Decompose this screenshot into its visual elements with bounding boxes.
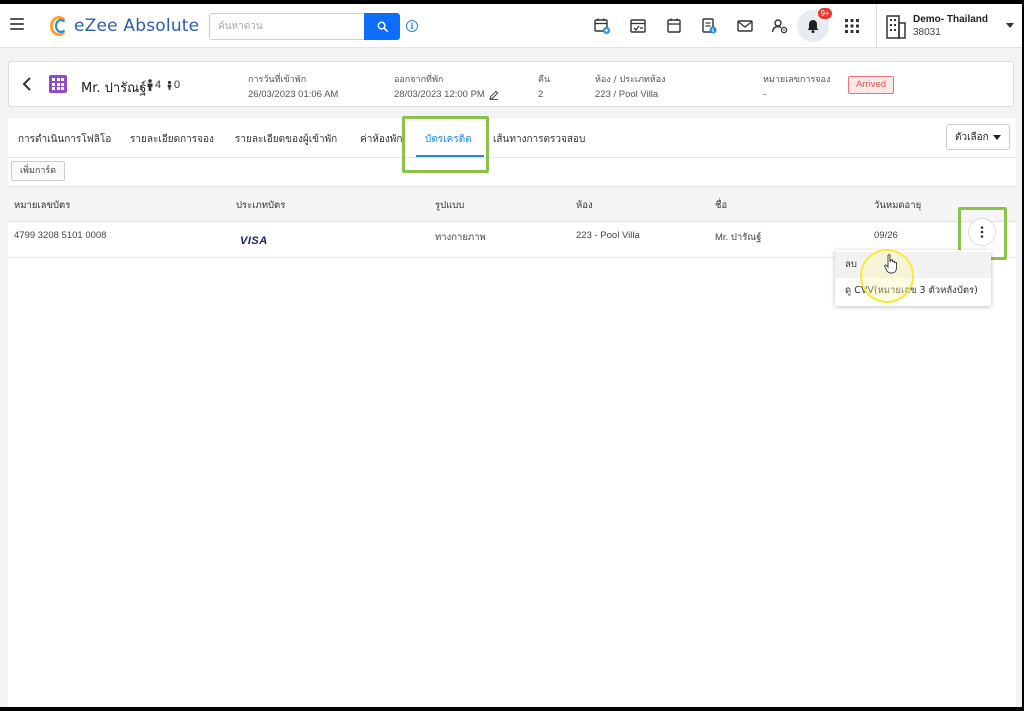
booking-label: หมายเลขการจอง	[763, 75, 831, 85]
folio-tabs: การดำเนินการโฟลิโอ รายละเอียดการจอง รายล…	[8, 118, 1016, 158]
info-icon[interactable]: i	[406, 20, 418, 32]
card-number: 4799 3208 5101 0008	[14, 230, 107, 241]
quick-search-input[interactable]	[209, 13, 365, 40]
options-label: ตัวเลือก	[955, 131, 989, 143]
notification-count-badge: 9+	[818, 8, 832, 19]
table-header: หมายเลขบัตร ประเภทบัตร รูปแบบ ห้อง ชื่อ …	[8, 186, 1016, 222]
property-selector[interactable]: Demo- Thailand 38031	[886, 12, 1016, 42]
header-card-number: หมายเลขบัตร	[14, 200, 71, 211]
card-holder-name: Mr. ปารัณฐ์	[715, 232, 762, 243]
child-count: 0	[166, 79, 180, 91]
building-icon	[886, 15, 906, 39]
visa-logo-icon: VISA	[240, 235, 268, 247]
toolbar-divider	[876, 4, 877, 48]
status-badge: Arrived	[848, 76, 894, 94]
checkin-value: 26/03/2023 01:06 AM	[248, 89, 339, 100]
tab-highlight-box	[402, 116, 489, 173]
menu-hamburger-icon[interactable]	[10, 18, 24, 30]
checkin-label: การวันที่เข้าพัก	[248, 75, 307, 85]
folio-panel: การดำเนินการโฟลิโอ รายละเอียดการจอง รายล…	[8, 116, 1016, 707]
card-expiry: 09/26	[874, 230, 898, 241]
checkout-info: ออกจากที่พัก 28/03/2023 12:00 PM	[394, 72, 499, 100]
apps-grid-icon[interactable]	[842, 16, 862, 36]
search-button[interactable]	[364, 13, 400, 40]
header-mode: รูปแบบ	[435, 200, 465, 211]
checkin-info: การวันที่เข้าพัก 26/03/2023 01:06 AM	[248, 72, 338, 100]
checklist-icon[interactable]	[628, 16, 648, 36]
child-count-value: 0	[174, 79, 181, 91]
room-info: ห้อง / ประเภทห้อง 223 / Pool Villa	[595, 72, 666, 100]
tab-room-charges[interactable]: ค่าห้องพัก	[360, 132, 402, 147]
add-card-button[interactable]: เพิ่มการ์ด	[11, 161, 65, 181]
edit-pencil-icon[interactable]	[489, 90, 499, 100]
logo-text: eZee Absolute	[74, 16, 200, 36]
header-expiry: วันหมดอายุ	[874, 200, 922, 211]
adult-count: 4	[146, 79, 161, 91]
card-mode: ทางกายภาพ	[435, 232, 486, 243]
header-room: ห้อง	[576, 200, 593, 211]
app-logo[interactable]: eZee Absolute	[50, 14, 199, 38]
bell-icon	[807, 20, 819, 34]
tab-audit-trail[interactable]: เส้นทางการตรวจสอบ	[493, 132, 585, 147]
guest-name: Mr. ปารัณฐ์	[81, 81, 147, 96]
property-name: Demo- Thailand	[913, 14, 989, 25]
booking-value: -	[763, 89, 767, 100]
tab-folio-operations[interactable]: การดำเนินการโฟลิโอ	[18, 132, 111, 147]
menu-item-delete[interactable]: ลบ	[835, 252, 991, 278]
chevron-down-icon	[1006, 23, 1014, 28]
search-icon	[377, 21, 388, 32]
row-actions-menu: ลบ ดู CVV(หมายเลข 3 ตัวหลังบัตร)	[835, 250, 991, 306]
ezee-logo-icon	[50, 15, 70, 37]
app-screen: eZee Absolute i $ 9+	[0, 4, 1022, 707]
room-icon	[49, 75, 67, 93]
calendar-icon[interactable]	[664, 16, 684, 36]
nights-info: คืน 2	[538, 72, 550, 100]
header-name: ชื่อ	[715, 200, 728, 211]
card-room: 223 - Pool Villa	[576, 230, 640, 241]
tab-guest-details[interactable]: รายละเอียดของผู้เข้าพัก	[235, 132, 337, 147]
caret-down-icon	[993, 135, 1001, 140]
menu-item-view-cvv[interactable]: ดู CVV(หมายเลข 3 ตัวหลังบัตร)	[835, 278, 991, 304]
checkout-value: 28/03/2023 12:00 PM	[394, 89, 485, 100]
guest-summary-card: Mr. ปารัณฐ์ 4 0 การวันที่เข้าพัก 26/03/2…	[8, 61, 1014, 107]
nights-value: 2	[538, 89, 544, 100]
checkout-label: ออกจากที่พัก	[394, 75, 444, 85]
room-value: 223 / Pool Villa	[595, 89, 659, 100]
child-icon	[167, 80, 172, 90]
invoice-icon[interactable]: $	[699, 16, 719, 36]
nights-label: คืน	[538, 75, 551, 85]
options-dropdown[interactable]: ตัวเลือก	[946, 124, 1010, 150]
tab-booking-details[interactable]: รายละเอียดการจอง	[130, 132, 214, 147]
mail-icon[interactable]	[735, 16, 755, 36]
calendar-add-icon[interactable]	[592, 16, 612, 36]
property-code: 38031	[913, 27, 941, 38]
adult-icon	[147, 79, 153, 91]
adult-count-value: 4	[155, 79, 162, 91]
top-bar: eZee Absolute i $ 9+	[0, 4, 1022, 48]
checkout-value-row: 28/03/2023 12:00 PM	[394, 89, 499, 100]
user-settings-icon[interactable]	[770, 16, 790, 36]
booking-info: หมายเลขการจอง -	[763, 72, 830, 100]
back-arrow-icon[interactable]	[21, 76, 35, 92]
header-card-type: ประเภทบัตร	[236, 200, 286, 211]
room-label: ห้อง / ประเภทห้อง	[595, 75, 666, 85]
svg-text:$: $	[711, 28, 714, 34]
